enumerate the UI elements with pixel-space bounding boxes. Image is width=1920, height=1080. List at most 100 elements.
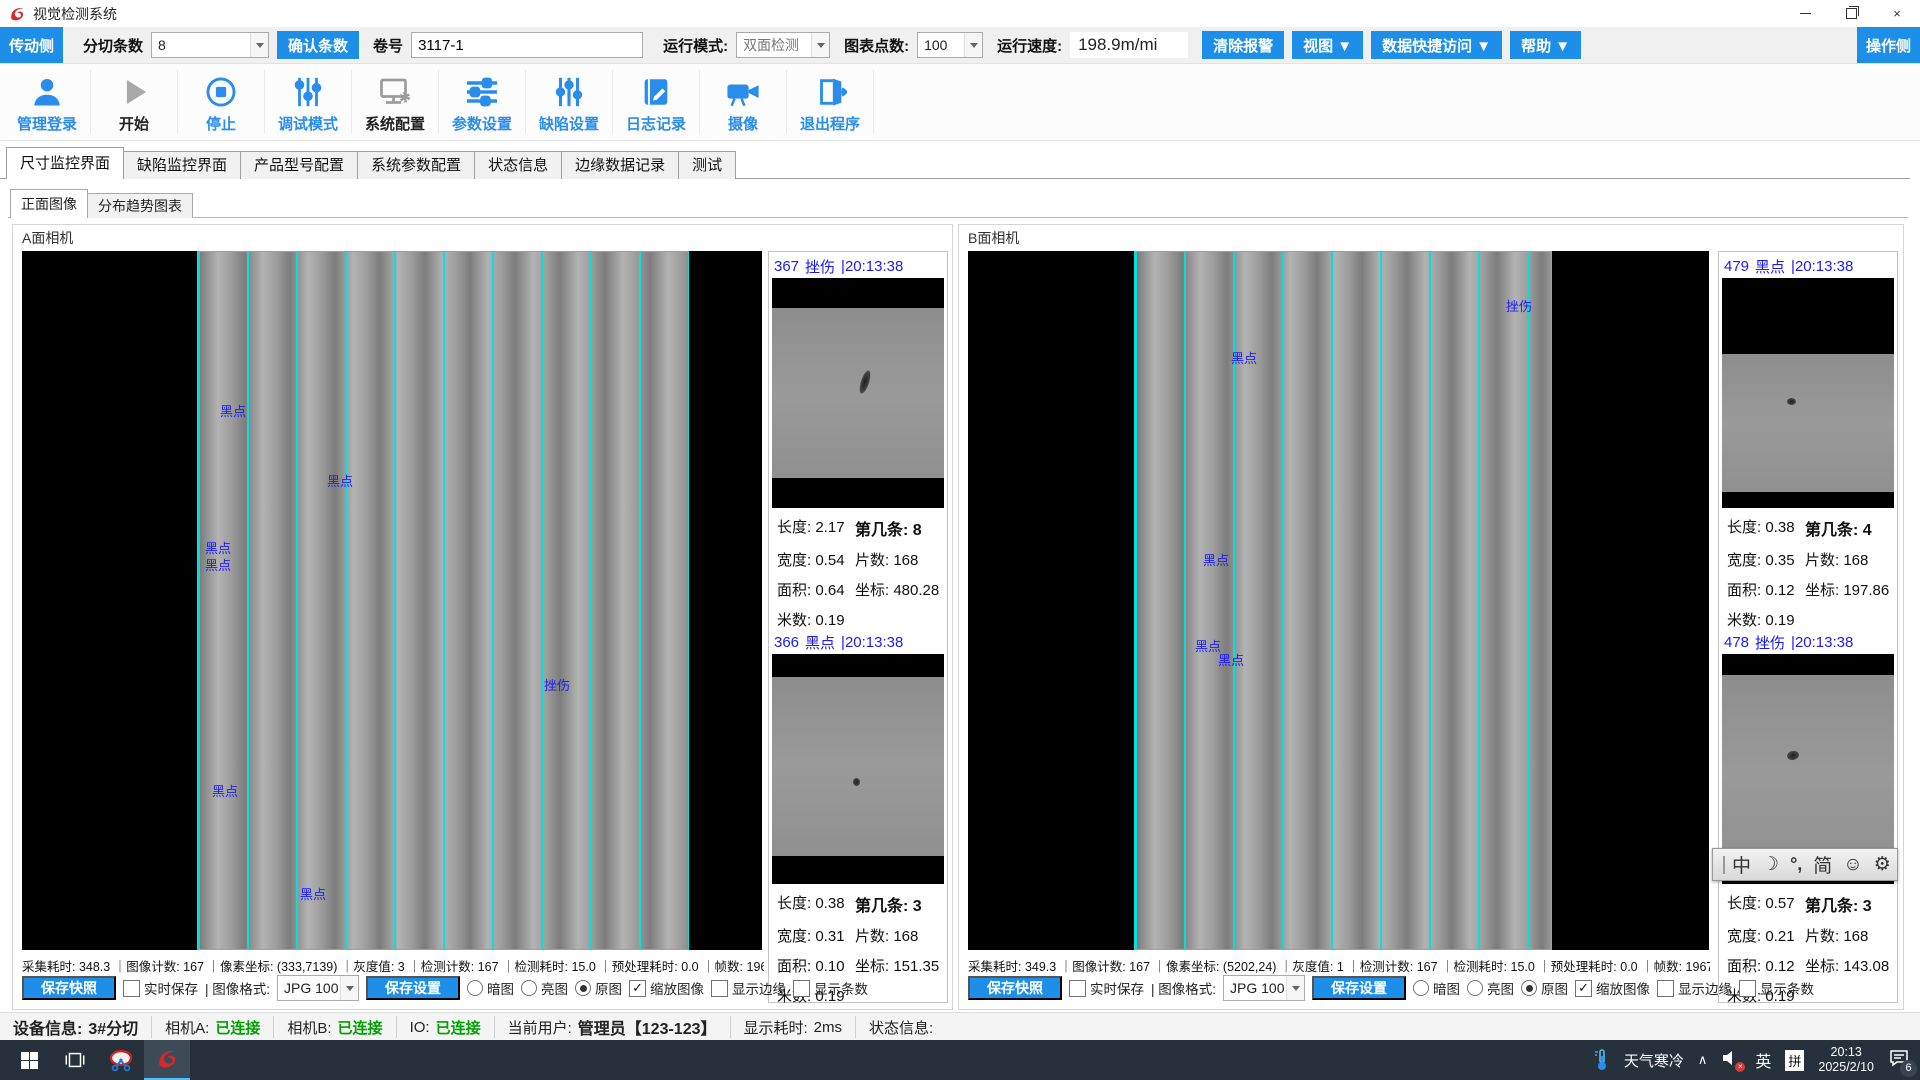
defect-time: |20:13:38 xyxy=(841,634,903,651)
ime-cn-mode[interactable]: 中 xyxy=(1732,851,1751,878)
start-button[interactable]: 开始 xyxy=(91,70,178,134)
image-controls: 保存快照 实时保存 | 图像格式: JPG 100 保存设置 暗图 亮图 原图 … xyxy=(22,974,764,1002)
subtab-trend-chart[interactable]: 分布趋势图表 xyxy=(87,193,193,218)
admin-login-button[interactable]: 管理登录 xyxy=(4,70,91,134)
stop-icon xyxy=(204,74,238,110)
save-snapshot-button[interactable]: 保存快照 xyxy=(968,976,1062,1000)
snipping-tool-button[interactable] xyxy=(98,1040,144,1080)
defect-settings-button[interactable]: 缺陷设置 xyxy=(526,70,613,134)
realtime-save-checkbox[interactable] xyxy=(1069,980,1086,997)
clear-alarm-button[interactable]: 清除报警 xyxy=(1202,31,1284,59)
help-menu-button[interactable]: 帮助 ▼ xyxy=(1510,31,1581,59)
view-menu-button[interactable]: 视图 ▼ xyxy=(1292,31,1363,59)
simplified-icon[interactable]: 简 xyxy=(1813,851,1832,878)
volume-muted-icon[interactable]: × xyxy=(1721,1049,1741,1072)
camera-b-image[interactable]: 挫伤 黑点 黑点 黑点 黑点 xyxy=(968,251,1709,950)
chevron-down-icon xyxy=(250,33,268,57)
dark-image-radio[interactable] xyxy=(1413,980,1429,996)
tab-size-monitor[interactable]: 尺寸监控界面 xyxy=(6,147,124,179)
window-title: 视觉检测系统 xyxy=(33,4,117,24)
image-format-select[interactable]: JPG 100 xyxy=(1223,975,1305,1001)
smiley-icon[interactable]: ☺ xyxy=(1843,854,1862,876)
defect-stats: 长度: 0.38 第几条: 4 宽度: 0.35 片数: 168 面积: 0.1… xyxy=(1719,508,1897,630)
defect-card-header: 367 挫伤 |20:13:38 xyxy=(769,254,947,278)
capture-button[interactable]: 摄像 xyxy=(700,70,787,134)
defect-card[interactable]: 367 挫伤 |20:13:38 长度: 2.17 第几条: 8 宽度: 0.5… xyxy=(769,254,947,630)
tab-defect-monitor[interactable]: 缺陷监控界面 xyxy=(123,151,241,179)
film-strips xyxy=(1134,251,1552,950)
subtab-front-image[interactable]: 正面图像 xyxy=(10,189,88,218)
debug-mode-button[interactable]: 调试模式 xyxy=(265,70,352,134)
ime-toolbar[interactable]: 中 ☽ °, 简 ☺ ⚙ xyxy=(1712,848,1898,881)
tab-system-param-config[interactable]: 系统参数配置 xyxy=(357,151,475,179)
notification-center-button[interactable]: 6 xyxy=(1888,1048,1910,1073)
chart-points-select[interactable]: 100 xyxy=(917,32,983,58)
stop-button[interactable]: 停止 xyxy=(178,70,265,134)
show-edge-checkbox[interactable] xyxy=(711,980,728,997)
defect-stats: 长度: 2.17 第几条: 8 宽度: 0.54 片数: 168 面积: 0.6… xyxy=(769,508,947,630)
param-settings-button[interactable]: 参数设置 xyxy=(439,70,526,134)
tab-edge-data-record[interactable]: 边缘数据记录 xyxy=(561,151,679,179)
tab-test[interactable]: 测试 xyxy=(678,151,736,179)
save-snapshot-button[interactable]: 保存快照 xyxy=(22,976,116,1000)
defect-label: 黑点 xyxy=(1218,650,1244,669)
show-count-checkbox[interactable] xyxy=(1739,980,1756,997)
original-image-radio[interactable] xyxy=(575,980,591,996)
roll-number-input[interactable] xyxy=(411,32,643,58)
tab-status-info[interactable]: 状态信息 xyxy=(474,151,562,179)
log-record-button[interactable]: 日志记录 xyxy=(613,70,700,134)
operate-side-button[interactable]: 操作侧 xyxy=(1857,27,1920,63)
inspection-app-icon xyxy=(155,1047,179,1071)
realtime-save-checkbox[interactable] xyxy=(123,980,140,997)
taskbar-clock[interactable]: 20:13 2025/2/10 xyxy=(1818,1045,1874,1075)
chevron-down-icon xyxy=(340,976,358,1000)
quick-data-menu-button[interactable]: 数据快捷访问 ▼ xyxy=(1371,31,1502,59)
system-config-button[interactable]: 系统配置 xyxy=(352,70,439,134)
bright-image-radio[interactable] xyxy=(1467,980,1483,996)
minimize-button[interactable] xyxy=(1782,0,1828,27)
defect-label: 黑点 xyxy=(220,401,246,420)
defect-id: 367 xyxy=(774,258,799,275)
language-indicator[interactable]: 英 xyxy=(1755,1048,1771,1072)
save-settings-button[interactable]: 保存设置 xyxy=(366,976,460,1000)
tab-product-model-config[interactable]: 产品型号配置 xyxy=(240,151,358,179)
moon-icon[interactable]: ☽ xyxy=(1762,853,1779,876)
slit-count-select[interactable]: 8 xyxy=(151,32,269,58)
task-view-button[interactable] xyxy=(52,1040,98,1080)
gear-icon[interactable]: ⚙ xyxy=(1874,853,1891,876)
defect-card[interactable]: 366 黑点 |20:13:38 长度: 0.38 第几条: 3 宽度: 0.3… xyxy=(769,630,947,1006)
zoom-image-checkbox[interactable]: ✓ xyxy=(629,980,646,997)
bright-image-radio[interactable] xyxy=(521,980,537,996)
thermometer-icon[interactable] xyxy=(1594,1048,1610,1072)
defect-card[interactable]: 478 挫伤 |20:13:38 长度: 0.57 第几条: 3 宽度: 0.2… xyxy=(1719,630,1897,1006)
log-book-icon xyxy=(639,74,673,110)
inspection-app-button[interactable] xyxy=(144,1040,190,1080)
confirm-count-button[interactable]: 确认条数 xyxy=(277,31,359,59)
ime-pinyin-badge[interactable]: 拼 xyxy=(1785,1050,1804,1071)
start-button[interactable] xyxy=(6,1040,52,1080)
speed-label: 运行速度: xyxy=(997,35,1062,56)
original-image-radio[interactable] xyxy=(1521,980,1537,996)
dark-image-radio[interactable] xyxy=(467,980,483,996)
clock-time: 20:13 xyxy=(1818,1045,1874,1060)
camera-a-image[interactable]: 黑点 黑点 黑点 黑点 挫伤 黑点 黑点 xyxy=(22,251,762,950)
icon-toolbar: 管理登录 开始 停止 调试模式 系统配置 参数设置 缺陷设置 日志记录 xyxy=(0,64,1920,141)
close-button[interactable]: × xyxy=(1874,0,1920,27)
defect-label: 黑点 xyxy=(205,555,231,574)
exit-program-button[interactable]: 退出程序 xyxy=(787,70,874,134)
hidden-icons-chevron[interactable]: ∧ xyxy=(1698,1052,1708,1068)
drive-side-button[interactable]: 传动侧 xyxy=(0,27,63,63)
restore-button[interactable] xyxy=(1828,0,1874,27)
run-mode-select[interactable]: 双面检测 xyxy=(736,32,830,58)
save-settings-button[interactable]: 保存设置 xyxy=(1312,976,1406,1000)
zoom-image-checkbox[interactable]: ✓ xyxy=(1575,980,1592,997)
punctuation-icon[interactable]: °, xyxy=(1790,854,1802,875)
image-format-select[interactable]: JPG 100 xyxy=(277,975,359,1001)
snipping-tool-icon xyxy=(108,1047,134,1073)
defect-label: 黑点 xyxy=(1203,550,1229,569)
show-count-checkbox[interactable] xyxy=(793,980,810,997)
defect-card[interactable]: 479 黑点 |20:13:38 长度: 0.38 第几条: 4 宽度: 0.3… xyxy=(1719,254,1897,630)
weather-text[interactable]: 天气寒冷 xyxy=(1624,1050,1684,1071)
io-label: IO: xyxy=(410,1019,430,1036)
show-edge-checkbox[interactable] xyxy=(1657,980,1674,997)
